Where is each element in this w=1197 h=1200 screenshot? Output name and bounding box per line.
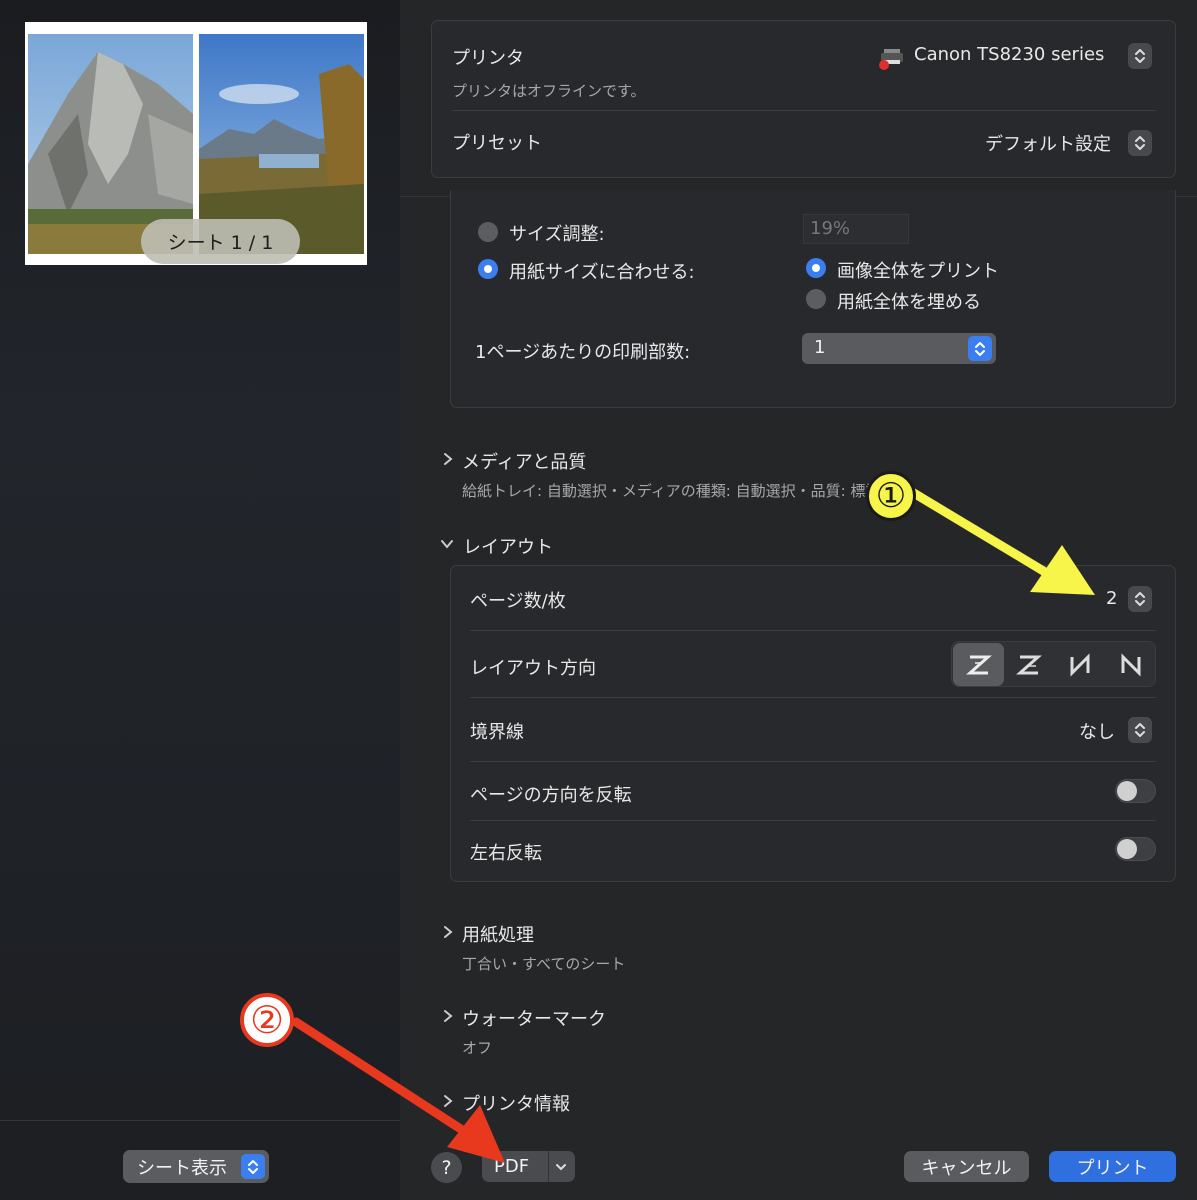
printer-stepper-icon[interactable] xyxy=(1128,43,1152,69)
fill-paper-label: 用紙全体を埋める xyxy=(837,292,981,313)
chevron-right-icon[interactable] xyxy=(441,1009,455,1023)
pages-per-sheet-stepper-icon[interactable] xyxy=(1128,586,1152,612)
print-whole-label: 画像全体をプリント xyxy=(837,261,999,282)
sheet-view-label: シート表示 xyxy=(137,1157,227,1179)
direction-n-icon[interactable] xyxy=(1105,643,1156,686)
printer-label: プリンタ xyxy=(452,48,524,69)
border-stepper-icon[interactable] xyxy=(1128,717,1152,743)
stepper-icon xyxy=(241,1154,265,1179)
preset-label: プリセット xyxy=(452,133,542,154)
page-preview: シート 1 / 1 xyxy=(25,22,367,265)
size-adjust-input[interactable]: 19% xyxy=(803,214,909,244)
layout-title[interactable]: レイアウト xyxy=(463,533,553,559)
printer-select-value[interactable]: Canon TS8230 series xyxy=(914,44,1104,65)
preset-stepper-icon[interactable] xyxy=(1128,130,1152,156)
size-adjust-radio[interactable] xyxy=(478,222,498,242)
chevron-down-icon xyxy=(556,1164,566,1171)
printer-icon xyxy=(876,43,906,71)
copies-per-page-label: 1ページあたりの印刷部数: xyxy=(475,342,691,363)
sheet-indicator: シート 1 / 1 xyxy=(141,219,300,264)
watermark-title[interactable]: ウォーターマーク xyxy=(462,1005,606,1031)
chevron-right-icon[interactable] xyxy=(441,1094,455,1108)
fit-paper-radio[interactable] xyxy=(478,259,498,279)
direction-z-icon[interactable] xyxy=(953,643,1004,686)
pages-per-sheet-label: ページ数/枚 xyxy=(470,591,566,612)
media-quality-summary: 給紙トレイ: 自動選択・メディアの種類: 自動選択・品質: 標準 xyxy=(462,482,881,500)
print-button[interactable]: プリント xyxy=(1049,1151,1176,1182)
border-value[interactable]: なし xyxy=(1079,718,1115,744)
reverse-orientation-toggle[interactable] xyxy=(1115,779,1156,803)
size-adjust-label: サイズ調整: xyxy=(509,224,605,245)
fit-paper-label: 用紙サイズに合わせる: xyxy=(509,262,695,283)
direction-reverse-n-icon[interactable] xyxy=(1054,643,1105,686)
reverse-orientation-label: ページの方向を反転 xyxy=(470,785,632,806)
preset-select-value[interactable]: デフォルト設定 xyxy=(985,130,1111,156)
copies-per-page-value: 1 xyxy=(814,337,826,358)
annotation-marker-1: ① xyxy=(866,471,916,521)
chevron-down-icon[interactable] xyxy=(440,537,454,551)
paper-handling-title[interactable]: 用紙処理 xyxy=(462,921,534,947)
media-quality-title[interactable]: メディアと品質 xyxy=(462,448,586,474)
chevron-right-icon[interactable] xyxy=(441,925,455,939)
divider xyxy=(470,820,1156,821)
flip-horizontal-label: 左右反転 xyxy=(470,843,542,864)
cancel-button[interactable]: キャンセル xyxy=(904,1151,1029,1182)
copies-per-page-select[interactable]: 1 xyxy=(802,333,996,364)
pdf-menu-button[interactable]: PDF xyxy=(482,1151,575,1182)
divider xyxy=(470,761,1156,762)
divider xyxy=(452,110,1156,111)
sheet-view-popup[interactable]: シート表示 xyxy=(123,1150,269,1183)
border-label: 境界線 xyxy=(470,722,524,743)
print-whole-radio[interactable] xyxy=(806,258,826,278)
divider xyxy=(470,630,1156,631)
divider xyxy=(548,1151,549,1182)
layout-direction-label: レイアウト方向 xyxy=(470,658,596,679)
chevron-right-icon[interactable] xyxy=(441,452,455,466)
direction-reverse-z-icon[interactable] xyxy=(1003,643,1054,686)
fill-paper-radio[interactable] xyxy=(806,289,826,309)
printer-info-title[interactable]: プリンタ情報 xyxy=(462,1090,570,1116)
paper-handling-summary: 丁合い・すべてのシート xyxy=(462,955,626,973)
pages-per-sheet-value[interactable]: 2 xyxy=(1106,588,1117,609)
watermark-summary: オフ xyxy=(462,1039,493,1057)
stepper-icon xyxy=(968,336,992,361)
divider xyxy=(470,697,1156,698)
help-button[interactable]: ? xyxy=(431,1152,462,1183)
annotation-marker-2: ② xyxy=(240,993,294,1047)
printer-status: プリンタはオフラインです。 xyxy=(452,82,646,100)
pdf-label: PDF xyxy=(494,1156,530,1177)
flip-horizontal-toggle[interactable] xyxy=(1115,837,1156,861)
